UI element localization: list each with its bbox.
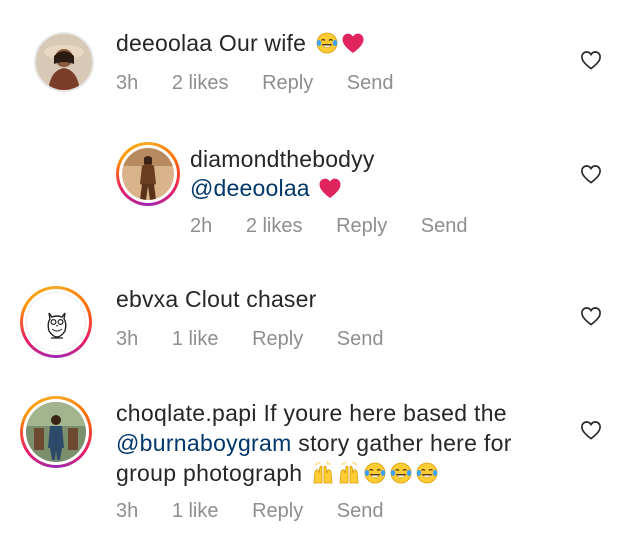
send-button[interactable]: Send bbox=[421, 215, 468, 237]
likes-count[interactable]: 2 likes bbox=[172, 72, 229, 94]
timestamp: 3h bbox=[116, 328, 139, 350]
reply-button[interactable]: Reply bbox=[252, 328, 303, 350]
reply-button[interactable]: Reply bbox=[252, 500, 303, 522]
comment-line: @deeoolaa bbox=[190, 173, 342, 203]
raising-hands-emoji-icon bbox=[337, 461, 361, 485]
avatar[interactable] bbox=[26, 402, 86, 462]
likes-count[interactable]: 1 like bbox=[172, 328, 219, 350]
comment-diamondthebodyy: diamondthebodyy @deeoolaa 2h 2 likes Rep… bbox=[0, 130, 640, 260]
comment-text: Clout chaser bbox=[184, 286, 317, 312]
like-heart-icon[interactable] bbox=[580, 306, 602, 326]
avatar[interactable] bbox=[122, 148, 174, 200]
comment-text: If youre here based the bbox=[263, 400, 507, 426]
username[interactable]: deeoolaa bbox=[116, 30, 212, 56]
comment-text: group photograph bbox=[116, 460, 303, 486]
username[interactable]: ebvxa bbox=[116, 286, 178, 312]
send-button[interactable]: Send bbox=[337, 328, 384, 350]
comment-text: story gather here for bbox=[298, 430, 512, 456]
mention-link[interactable]: @deeoolaa bbox=[190, 175, 310, 201]
username[interactable]: diamondthebodyy bbox=[190, 146, 375, 172]
tears-of-joy-emoji-icon bbox=[415, 461, 439, 485]
like-heart-icon[interactable] bbox=[580, 50, 602, 70]
send-button[interactable]: Send bbox=[347, 72, 394, 94]
comment-line: ebvxa Clout chaser bbox=[116, 284, 317, 314]
timestamp: 2h bbox=[190, 215, 213, 237]
timestamp: 3h bbox=[116, 72, 139, 94]
tears-of-joy-emoji-icon bbox=[363, 461, 387, 485]
like-heart-icon[interactable] bbox=[580, 420, 602, 440]
comment-choqlate-papi: choqlate.papi If youre here based the @b… bbox=[0, 390, 640, 536]
red-heart-emoji-icon bbox=[318, 176, 342, 200]
comment-meta: 2h 2 likes Reply Send bbox=[190, 213, 496, 239]
timestamp: 3h bbox=[116, 500, 139, 522]
comment-text: Our wife bbox=[218, 30, 307, 56]
mention-link[interactable]: @burnaboygram bbox=[116, 430, 292, 456]
comment-ebvxa: ebvxa Clout chaser 3h 1 like Reply Send bbox=[0, 270, 640, 380]
comment-text-block: choqlate.papi If youre here based the @b… bbox=[116, 398, 586, 488]
comment-line: @burnaboygram story gather here for bbox=[116, 428, 586, 458]
avatar[interactable] bbox=[34, 32, 94, 92]
reply-button[interactable]: Reply bbox=[262, 72, 313, 94]
likes-count[interactable]: 1 like bbox=[172, 500, 219, 522]
reply-button[interactable]: Reply bbox=[336, 215, 387, 237]
comment-line: choqlate.papi If youre here based the bbox=[116, 398, 586, 428]
tears-of-joy-emoji-icon bbox=[389, 461, 413, 485]
comment-deeoolaa: deeoolaa Our wife 3h 2 likes Reply Send bbox=[0, 0, 640, 120]
owl-logo-icon bbox=[47, 312, 67, 339]
comment-meta: 3h 1 like Reply Send bbox=[116, 326, 412, 352]
tears-of-joy-emoji-icon bbox=[315, 31, 339, 55]
like-heart-icon[interactable] bbox=[580, 164, 602, 184]
comment-line: diamondthebodyy bbox=[190, 144, 375, 174]
comment-meta: 3h 2 likes Reply Send bbox=[116, 70, 422, 96]
raising-hands-emoji-icon bbox=[311, 461, 335, 485]
username[interactable]: choqlate.papi bbox=[116, 400, 257, 426]
red-heart-emoji-icon bbox=[341, 31, 365, 55]
comment-meta: 3h 1 like Reply Send bbox=[116, 498, 412, 524]
send-button[interactable]: Send bbox=[337, 500, 384, 522]
comment-line: group photograph bbox=[116, 458, 586, 488]
comment-line: deeoolaa Our wife bbox=[116, 28, 365, 58]
avatar[interactable] bbox=[26, 292, 86, 352]
likes-count[interactable]: 2 likes bbox=[246, 215, 303, 237]
